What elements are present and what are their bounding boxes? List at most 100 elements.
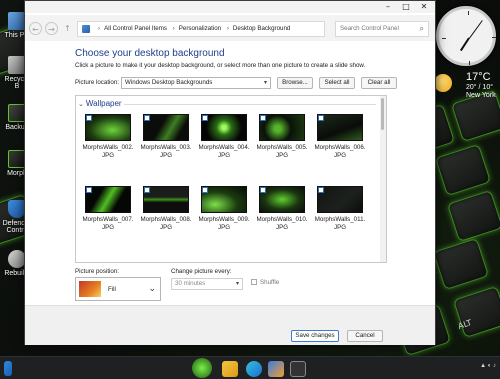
thumbnail-filename: MorphsWalls_009. xyxy=(198,216,250,223)
thumbnail-filename: MorphsWalls_003. xyxy=(140,144,192,151)
gallery-scrollbar[interactable] xyxy=(380,96,386,262)
wallpaper-thumbnail[interactable]: MorphsWalls_008. JPG xyxy=(140,186,192,232)
minimize-button[interactable]: – xyxy=(379,1,397,13)
weather-gadget[interactable]: 17°C 20° / 10° New York xyxy=(432,70,496,104)
position-preview-image xyxy=(79,281,101,297)
clock-gadget[interactable] xyxy=(436,6,496,66)
thumbnail-extension: JPG xyxy=(159,152,173,159)
shuffle-checkbox[interactable]: Shuffle xyxy=(251,279,279,286)
thumbnail-checkbox[interactable] xyxy=(86,187,92,193)
thumbnail-checkbox[interactable] xyxy=(202,115,208,121)
thumbnail-filename: MorphsWalls_002. xyxy=(82,144,134,151)
page-description: Click a picture to make it your desktop … xyxy=(75,62,366,69)
breadcrumb-personalization[interactable]: Personalization xyxy=(179,25,221,32)
address-field[interactable]: › All Control Panel Items › Personalizatio… xyxy=(77,21,325,37)
thumbnail-extension: JPG xyxy=(101,224,115,231)
thumbnail-extension: JPG xyxy=(217,224,231,231)
forward-arrow-icon[interactable]: → xyxy=(45,22,58,35)
picture-location-select[interactable]: Windows Desktop Backgrounds ▾ xyxy=(121,77,271,89)
thumbnail-image xyxy=(259,114,305,141)
sun-icon xyxy=(434,74,452,92)
thumbnail-checkbox[interactable] xyxy=(260,115,266,121)
up-arrow-icon[interactable]: ↑ xyxy=(61,22,74,35)
picture-position-select[interactable]: Fill ⌄ xyxy=(75,277,161,301)
keyboard-key xyxy=(434,143,492,197)
group-header-wallpaper[interactable]: ⌄ Wallpaper xyxy=(78,99,122,108)
browse-button[interactable]: Browse... xyxy=(277,77,313,89)
thumbnail-extension: JPG xyxy=(275,152,289,159)
chevron-down-icon: ⌄ xyxy=(78,101,84,108)
thumbnail-image xyxy=(259,186,305,213)
wallpaper-thumbnail[interactable]: MorphsWalls_011. JPG xyxy=(314,186,366,232)
breadcrumb-all-items[interactable]: All Control Panel Items xyxy=(104,25,167,32)
thumbnail-image xyxy=(201,114,247,141)
cancel-button[interactable]: Cancel xyxy=(347,330,383,342)
chevron-down-icon: ⌄ xyxy=(148,283,156,293)
file-explorer-icon[interactable] xyxy=(222,361,238,377)
razer-icon[interactable] xyxy=(192,358,212,378)
thumbnail-checkbox[interactable] xyxy=(144,115,150,121)
thumbnail-image xyxy=(85,114,131,141)
thumbnail-checkbox[interactable] xyxy=(260,187,266,193)
wallpaper-thumbnail[interactable]: MorphsWalls_006. JPG xyxy=(314,114,366,160)
search-input[interactable]: Search Control Panel ⌕ xyxy=(335,21,429,37)
maximize-button[interactable]: □ xyxy=(397,1,415,13)
control-panel-icon xyxy=(82,25,90,33)
wallpaper-thumbnail[interactable]: MorphsWalls_010. JPG xyxy=(256,186,308,232)
chevron-down-icon: ▾ xyxy=(263,80,267,86)
chevron-right-icon: › xyxy=(98,25,101,32)
clear-all-button[interactable]: Clear all xyxy=(361,77,397,89)
breadcrumb-desktop-background[interactable]: Desktop Background xyxy=(233,25,290,32)
picture-position-label: Picture position: xyxy=(75,268,120,275)
clock-tick xyxy=(442,38,446,39)
chevron-right-icon: › xyxy=(172,25,175,32)
thumbnail-checkbox[interactable] xyxy=(144,187,150,193)
settings-icon[interactable] xyxy=(290,361,306,377)
picture-location-label: Picture location: xyxy=(75,79,120,86)
thumbnail-extension: JPG xyxy=(101,152,115,159)
change-interval-select[interactable]: 30 minutes ▾ xyxy=(171,278,243,290)
close-button[interactable]: ✕ xyxy=(415,1,433,13)
thumbnail-extension: JPG xyxy=(333,152,347,159)
system-tray[interactable]: ▲ ◐ ♪ xyxy=(480,363,496,369)
search-icon: ⌕ xyxy=(419,24,424,33)
thumbnail-image xyxy=(143,114,189,141)
thumbnail-filename: MorphsWalls_007. xyxy=(82,216,134,223)
weather-city: New York xyxy=(466,92,496,99)
wallpaper-thumbnail[interactable]: MorphsWalls_003. JPG xyxy=(140,114,192,160)
thumbnail-extension: JPG xyxy=(275,224,289,231)
scrollbar-thumb[interactable] xyxy=(381,98,384,130)
thumbnail-checkbox[interactable] xyxy=(202,187,208,193)
keyboard-key xyxy=(446,189,500,243)
thumbnail-filename: MorphsWalls_006. xyxy=(314,144,366,151)
thumbnail-extension: JPG xyxy=(159,224,173,231)
group-divider xyxy=(124,104,376,105)
start-icon[interactable] xyxy=(4,361,12,376)
edge-icon[interactable] xyxy=(246,361,262,377)
thumbnail-checkbox[interactable] xyxy=(318,115,324,121)
thumbnail-filename: MorphsWalls_010. xyxy=(256,216,308,223)
select-all-button[interactable]: Select all xyxy=(319,77,355,89)
checkbox-icon xyxy=(251,279,257,285)
footer-bar: Save changes Cancel xyxy=(25,305,435,345)
title-bar[interactable]: – □ ✕ xyxy=(25,1,435,13)
wallpaper-thumbnail[interactable]: MorphsWalls_009. JPG xyxy=(198,186,250,232)
thumbnail-checkbox[interactable] xyxy=(86,115,92,121)
save-changes-button[interactable]: Save changes xyxy=(291,330,339,342)
wallpaper-thumbnail[interactable]: MorphsWalls_007. JPG xyxy=(82,186,134,232)
weather-range: 20° / 10° xyxy=(466,84,494,91)
thumbnail-checkbox[interactable] xyxy=(318,187,324,193)
thumbnail-image xyxy=(85,186,131,213)
back-arrow-icon[interactable]: ← xyxy=(29,22,42,35)
wallpaper-thumbnail[interactable]: MorphsWalls_002. JPG xyxy=(82,114,134,160)
clock-tick xyxy=(492,37,496,38)
store-icon[interactable] xyxy=(268,361,284,377)
wallpaper-thumbnail[interactable]: MorphsWalls_005. JPG xyxy=(256,114,308,160)
wallpaper-thumbnail[interactable]: MorphsWalls_004. JPG xyxy=(198,114,250,160)
search-placeholder: Search Control Panel xyxy=(340,25,399,32)
wallpaper-gallery[interactable]: ⌄ Wallpaper MorphsWalls_002. JPG MorphsWall… xyxy=(75,95,387,263)
thumbnail-image xyxy=(317,114,363,141)
main-content: Choose your desktop background Click a p… xyxy=(25,41,435,305)
thumbnail-image xyxy=(143,186,189,213)
page-title: Choose your desktop background xyxy=(75,48,225,59)
